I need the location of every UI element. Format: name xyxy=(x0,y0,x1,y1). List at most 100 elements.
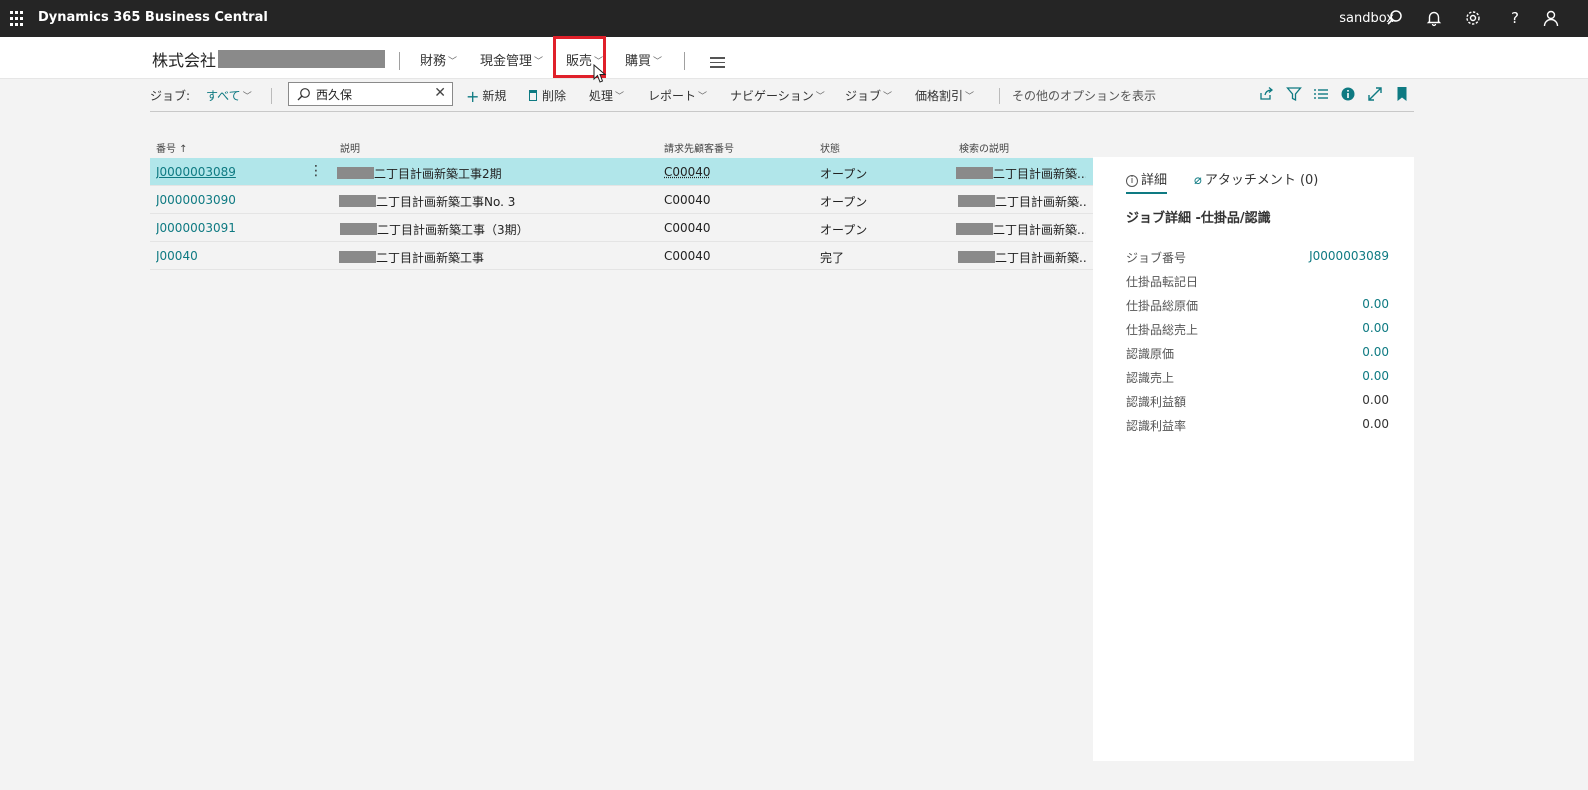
job-number-link[interactable]: J0000003089 xyxy=(156,165,236,179)
row-menu-icon[interactable]: ⋮ xyxy=(309,163,323,179)
job-status: 完了 xyxy=(820,251,845,265)
job-description: 二丁目計画新築工事No. 3 xyxy=(339,193,515,210)
job-description: 二丁目計画新築工事（3期） xyxy=(340,221,529,238)
chevron-down-icon: ﹀ xyxy=(448,57,458,67)
factbox-pane: i 詳細 ⌀ アタッチメント (0) ジョブ詳細 -仕掛品/認識 ジョブ番号 J00… xyxy=(1093,157,1414,761)
redacted-text xyxy=(339,195,376,207)
settings-gear-icon[interactable] xyxy=(1464,9,1484,29)
factbox-title: ジョブ詳細 -仕掛品/認識 xyxy=(1126,211,1271,226)
nav-item-cash-management[interactable]: 現金管理 ﹀ xyxy=(480,50,543,69)
job-status: オープン xyxy=(820,167,868,181)
redacted-text xyxy=(956,223,993,235)
job-menu[interactable]: ジョブ ﹀ xyxy=(845,87,892,104)
table-row[interactable]: J0000003091 二丁目計画新築工事（3期） C00040 オープン 二丁… xyxy=(150,214,1093,242)
share-icon[interactable] xyxy=(1258,86,1276,104)
action-bar: ジョブ: すべて﹀ ✕ +新規 削除 処理﹀ レポート﹀ ナビゲーション﹀ ジョ… xyxy=(150,80,1414,112)
user-account-icon[interactable] xyxy=(1542,9,1562,29)
app-title[interactable]: Dynamics 365 Business Central xyxy=(38,10,268,25)
view-filter-dropdown[interactable]: すべて ﹀ xyxy=(206,87,252,104)
report-menu[interactable]: レポート ﹀ xyxy=(648,87,707,104)
process-menu[interactable]: 処理 ﹀ xyxy=(589,87,624,104)
table-row[interactable]: J0000003089 ⋮ 二丁目計画新築工事2期 C00040 オープン 二丁… xyxy=(150,158,1093,186)
column-header-search-description[interactable]: 検索の説明 xyxy=(959,140,1009,155)
paperclip-icon: ⌀ xyxy=(1194,173,1202,188)
search-description: 二丁目計画新築... xyxy=(956,221,1086,238)
clear-search-icon[interactable]: ✕ xyxy=(434,85,446,101)
nav-item-finance[interactable]: 財務 ﹀ xyxy=(420,50,457,69)
nav-divider xyxy=(399,52,400,70)
column-header-bill-to-customer[interactable]: 請求先顧客番号 xyxy=(664,140,734,155)
table-row[interactable]: J00040 二丁目計画新築工事 C00040 完了 二丁目計画新築... xyxy=(150,242,1093,270)
search-icon[interactable] xyxy=(1386,9,1406,29)
trash-icon xyxy=(529,90,537,101)
list-view-icon[interactable] xyxy=(1313,86,1331,104)
chevron-down-icon: ﹀ xyxy=(965,92,975,102)
field-wip-total-cost: 仕掛品総原価 0.00 xyxy=(1126,297,1389,313)
bill-to-customer[interactable]: C00040 xyxy=(664,193,711,207)
redacted-text xyxy=(339,251,376,263)
job-number-value[interactable]: J0000003089 xyxy=(1309,249,1389,263)
info-icon[interactable] xyxy=(1340,86,1358,104)
field-recognized-profit: 認識利益額 0.00 xyxy=(1126,393,1389,409)
chevron-down-icon: ﹀ xyxy=(883,92,893,102)
table-row[interactable]: J0000003090 二丁目計画新築工事No. 3 C00040 オープン 二… xyxy=(150,186,1093,214)
job-status: オープン xyxy=(820,223,868,237)
column-header-description[interactable]: 説明 xyxy=(340,140,360,155)
delete-button[interactable]: 削除 xyxy=(529,87,566,104)
bill-to-customer[interactable]: C00040 xyxy=(664,165,711,179)
app-launcher-icon[interactable] xyxy=(4,6,30,32)
redacted-text xyxy=(958,195,995,207)
field-recognized-cost: 認識原価 0.00 xyxy=(1126,345,1389,361)
chevron-down-icon: ﹀ xyxy=(653,57,663,67)
chevron-down-icon: ﹀ xyxy=(534,57,544,67)
column-header-number[interactable]: 番号 ↑ xyxy=(156,140,188,155)
search-description: 二丁目計画新築... xyxy=(956,165,1086,182)
action-divider xyxy=(999,88,1000,104)
search-description: 二丁目計画新築... xyxy=(958,249,1086,266)
company-name[interactable]: 株式会社 xyxy=(152,47,386,71)
job-number-link[interactable]: J0000003090 xyxy=(156,193,236,207)
filter-icon[interactable] xyxy=(1286,86,1304,104)
chevron-down-icon: ﹀ xyxy=(242,92,252,102)
expand-icon[interactable] xyxy=(1367,86,1385,104)
app-bar: Dynamics 365 Business Central sandbox ? xyxy=(0,0,1588,37)
job-description: 二丁目計画新築工事2期 xyxy=(337,165,502,182)
bill-to-customer[interactable]: C00040 xyxy=(664,249,711,263)
navigation-menu[interactable]: ナビゲーション ﹀ xyxy=(730,87,825,104)
price-discount-menu[interactable]: 価格割引 ﹀ xyxy=(915,87,974,104)
hamburger-menu-icon[interactable] xyxy=(710,57,725,71)
list-rows: J0000003089 ⋮ 二丁目計画新築工事2期 C00040 オープン 二丁… xyxy=(150,158,1093,270)
search-description: 二丁目計画新築... xyxy=(958,193,1086,210)
bill-to-customer[interactable]: C00040 xyxy=(664,221,711,235)
view-filter-label: ジョブ: xyxy=(150,89,191,103)
plus-icon: + xyxy=(466,87,480,106)
chevron-down-icon: ﹀ xyxy=(615,92,625,102)
new-button[interactable]: + 新規 xyxy=(466,87,506,106)
redacted-text xyxy=(337,167,374,179)
redacted-text xyxy=(956,167,993,179)
redacted-text xyxy=(958,251,995,263)
job-status: オープン xyxy=(820,195,868,209)
navigation-bar: 株式会社 財務 ﹀ 現金管理 ﹀ 販売 ﹀ 購買 ﹀ xyxy=(0,37,1588,79)
chevron-down-icon: ﹀ xyxy=(698,92,708,102)
redacted-text xyxy=(340,223,377,235)
redacted-company-name xyxy=(218,50,386,68)
bookmark-icon[interactable] xyxy=(1394,86,1412,104)
more-options-button[interactable]: その他のオプションを表示 xyxy=(1012,87,1156,104)
nav-item-purchasing[interactable]: 購買 ﹀ xyxy=(625,50,662,69)
field-recognized-sales: 認識売上 0.00 xyxy=(1126,369,1389,385)
notification-bell-icon[interactable] xyxy=(1425,9,1445,29)
search-box[interactable]: ✕ xyxy=(288,82,453,106)
tab-details[interactable]: i 詳細 xyxy=(1126,169,1168,194)
field-wip-total-sales: 仕掛品総売上 0.00 xyxy=(1126,321,1389,337)
help-icon[interactable]: ? xyxy=(1505,9,1525,29)
job-number-link[interactable]: J0000003091 xyxy=(156,221,236,235)
search-input[interactable] xyxy=(316,86,426,102)
chevron-down-icon: ﹀ xyxy=(815,92,825,102)
column-header-status[interactable]: 状態 xyxy=(820,140,840,155)
tab-attachments[interactable]: ⌀ アタッチメント (0) xyxy=(1194,169,1318,188)
nav-divider xyxy=(684,52,685,70)
job-number-link[interactable]: J00040 xyxy=(156,249,198,263)
field-recognized-profit-rate: 認識利益率 0.00 xyxy=(1126,417,1389,433)
search-icon xyxy=(297,87,311,104)
